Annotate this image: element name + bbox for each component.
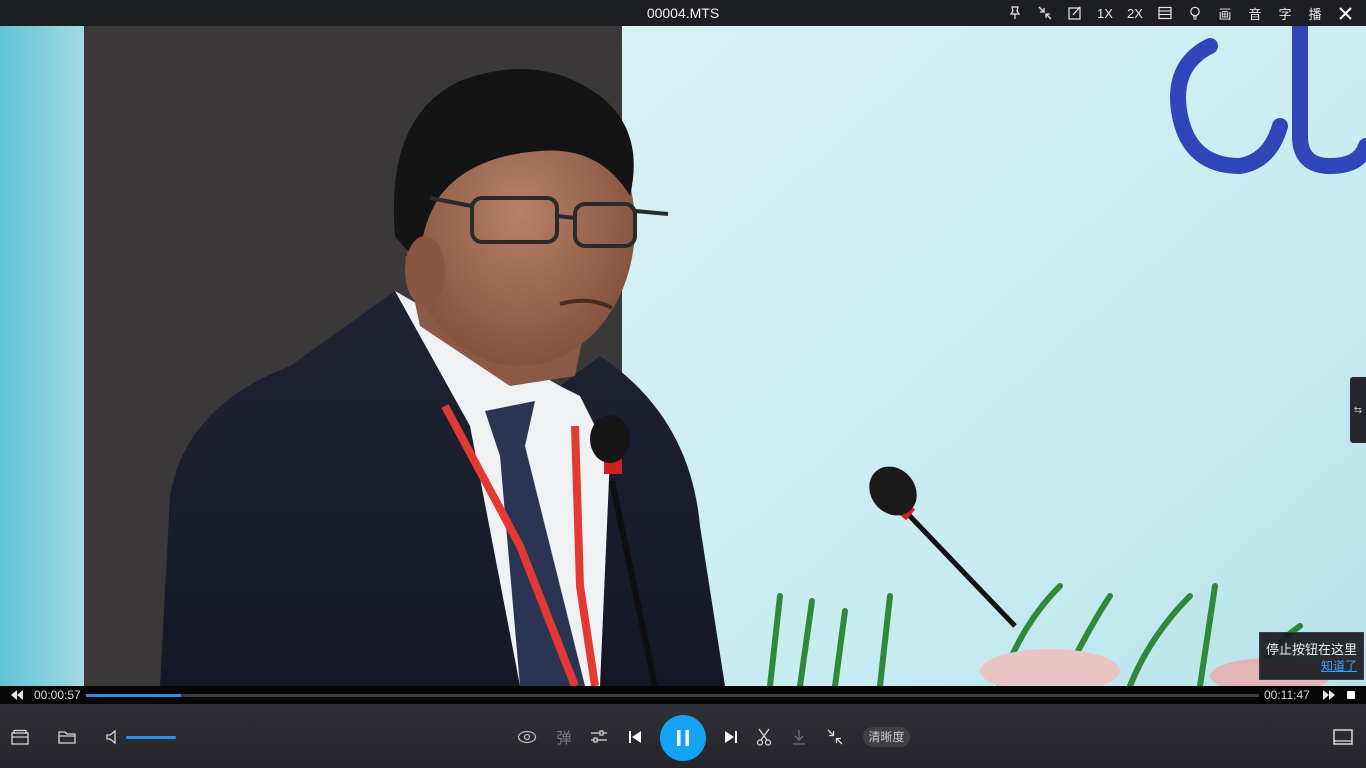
quality-button[interactable]: 清晰度 <box>863 727 910 747</box>
layout-icon <box>1158 6 1172 20</box>
audio-button[interactable]: 音 <box>1240 0 1270 26</box>
tooltip-dismiss-link[interactable]: 知道了 <box>1321 657 1357 674</box>
pause-button[interactable] <box>660 715 706 761</box>
video-area[interactable]: ⇆ <box>0 26 1366 686</box>
total-time: 00:11:47 <box>1264 688 1310 702</box>
3d-button[interactable] <box>516 727 538 747</box>
equalizer-button[interactable] <box>589 727 609 747</box>
pause-icon <box>677 730 689 746</box>
skip-forward-icon <box>725 731 737 743</box>
play-settings-button[interactable]: 播 <box>1300 0 1330 26</box>
mini-mode-button[interactable] <box>1030 0 1060 26</box>
shrink-icon <box>1038 6 1052 20</box>
skip-back-icon <box>629 731 641 743</box>
clip-button[interactable] <box>754 727 774 747</box>
current-time: 00:00:57 <box>34 688 81 702</box>
rewind-icon[interactable] <box>10 689 24 701</box>
mini-player-button[interactable] <box>825 727 845 747</box>
close-icon <box>1338 6 1352 20</box>
control-bar: 弹 清晰度 <box>0 704 1366 768</box>
title-bar-buttons: 1X 2X 画 音 字 播 <box>1000 0 1360 26</box>
previous-button[interactable] <box>625 727 645 747</box>
side-toggle-label: ⇆ <box>1353 404 1363 416</box>
scissors-icon <box>756 728 772 746</box>
equalizer-icon <box>591 730 607 743</box>
progress-row: 00:00:57 00:11:47 <box>0 686 1366 704</box>
bulb-icon <box>1190 6 1200 20</box>
fast-forward-icon[interactable] <box>1322 689 1336 701</box>
download-button[interactable] <box>789 727 809 747</box>
layout-button[interactable] <box>1150 0 1180 26</box>
folder-icon <box>58 731 76 744</box>
eye-icon <box>517 730 537 744</box>
speed-1x-button[interactable]: 1X <box>1090 0 1120 26</box>
title-bar: 00004.MTS 1X 2X 画 音 字 播 <box>0 0 1366 26</box>
subtitle-button[interactable]: 字 <box>1270 0 1300 26</box>
download-icon <box>793 730 805 745</box>
stop-button-tooltip: 停止按钮在这里 知道了 <box>1259 632 1364 680</box>
note-button[interactable] <box>1060 0 1090 26</box>
video-frame <box>0 26 1366 686</box>
edit-icon <box>1068 6 1081 20</box>
volume-icon <box>106 729 116 745</box>
seek-bar[interactable] <box>86 694 1259 697</box>
fullscreen-button[interactable] <box>1332 727 1354 747</box>
open-file-button[interactable] <box>57 727 77 747</box>
danmu-button[interactable]: 弹 <box>554 726 574 748</box>
pin-icon <box>1009 6 1021 19</box>
seek-bar-fill <box>86 694 181 697</box>
fullscreen-icon <box>1333 729 1353 745</box>
speed-2x-button[interactable]: 2X <box>1120 0 1150 26</box>
stop-icon[interactable] <box>1345 689 1357 701</box>
media-library-button[interactable] <box>10 727 30 747</box>
side-panel-toggle[interactable]: ⇆ <box>1350 377 1366 443</box>
shrink-icon <box>827 729 843 745</box>
picture-button[interactable]: 画 <box>1210 0 1240 26</box>
media-library-icon <box>11 729 29 745</box>
volume-slider[interactable] <box>126 736 176 739</box>
close-button[interactable] <box>1330 0 1360 26</box>
mute-button[interactable] <box>104 727 122 747</box>
light-button[interactable] <box>1180 0 1210 26</box>
pin-button[interactable] <box>1000 0 1030 26</box>
next-button[interactable] <box>721 727 741 747</box>
tooltip-text: 停止按钮在这里 <box>1266 642 1358 657</box>
